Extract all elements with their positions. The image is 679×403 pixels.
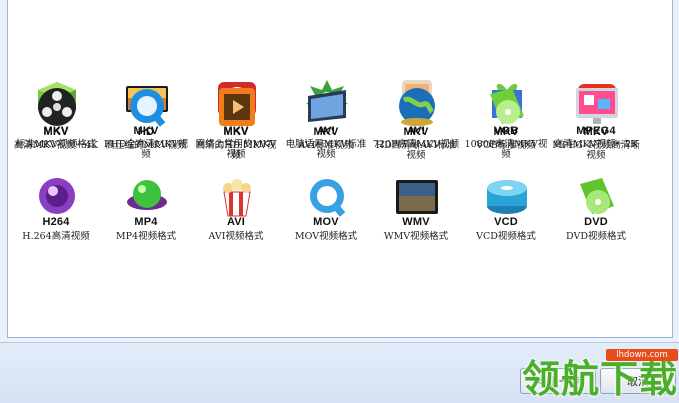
format-caption: MP4视频格式 (115, 231, 177, 242)
format-label: DVD (584, 216, 608, 228)
format-label: MKV (223, 125, 249, 137)
format-caption: WMV视频格式 (383, 231, 449, 242)
format-caption: DVD视频格式 (566, 231, 626, 242)
format-label: MPEG4 (576, 125, 616, 137)
green-orb-icon (124, 176, 170, 218)
format-item[interactable]: DVD DVD视频格式 (552, 0, 640, 242)
format-caption: AVI视频格式 (208, 231, 264, 242)
format-caption: H.264高清视频 (22, 231, 90, 242)
format-label: AVI (316, 125, 336, 137)
format-label: WMV (402, 216, 430, 228)
green-disc-icon (484, 86, 530, 128)
format-label: MKV (133, 125, 159, 137)
format-grid: MKV 标准MKV视频格式 HD FHD全高清MKV视频 MKV 网络上常用的M… (12, 0, 640, 242)
format-caption: HD高清晰AVI标准视频 (375, 140, 457, 161)
globe-icon (394, 86, 440, 128)
format-item[interactable]: H264 H.264高清视频 (12, 0, 100, 242)
format-item[interactable]: WMV WMV视频格式 (372, 0, 460, 242)
format-label: AVI (406, 125, 426, 137)
quicktime-icon (304, 176, 350, 218)
format-caption: 高清的HD MKV视频 (195, 140, 277, 161)
format-caption: MOV视频格式 (294, 231, 358, 242)
purple-ball-icon (34, 176, 80, 218)
imac-icon (574, 86, 620, 128)
format-caption: 高压缩的MKV视频 (105, 140, 187, 151)
format-panel: MKV 标准MKV视频格式 HD FHD全高清MKV视频 MKV 网络上常用的M… (7, 0, 673, 338)
format-item[interactable]: MP4 MP4视频格式 (102, 0, 190, 242)
format-label: VCD (494, 216, 518, 228)
tablet-icon (394, 176, 440, 218)
popcorn-icon (214, 176, 260, 218)
format-label: AVI (226, 216, 246, 228)
format-item[interactable]: VCD VCD视频格式 (462, 0, 550, 242)
format-caption: MPEG-4视频高清晰视频 (552, 140, 640, 161)
monitor-icon (304, 86, 350, 128)
format-label: MKV (43, 125, 69, 137)
format-label: VOB (493, 125, 519, 137)
format-label: MP4 (134, 216, 158, 228)
watermark-url: lhdown.com (606, 349, 678, 361)
format-caption: AVI标准视频 (298, 140, 354, 151)
film-reel-icon (34, 86, 80, 128)
green-disc-icon (574, 176, 620, 218)
format-item[interactable]: MOV MOV视频格式 (282, 0, 370, 242)
format-item[interactable]: AVI AVI视频格式 (192, 0, 280, 242)
format-caption: VOB标准视频 (476, 140, 536, 151)
format-caption: 高清MKV视频一4K (13, 140, 99, 151)
quicktime-icon (124, 86, 170, 128)
format-label: MOV (313, 216, 339, 228)
format-caption: VCD视频格式 (476, 231, 536, 242)
blue-disc-box-icon (484, 176, 530, 218)
format-label: H264 (42, 216, 70, 228)
orange-play-icon (214, 86, 260, 128)
